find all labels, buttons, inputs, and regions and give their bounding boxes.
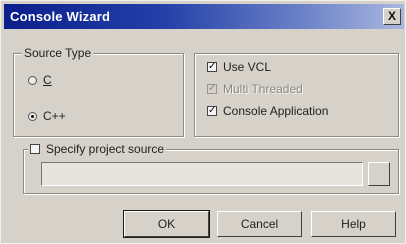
close-button[interactable]: X [383,8,401,25]
title-bar[interactable]: Console Wizard X [4,4,404,29]
browse-button[interactable] [368,162,390,186]
specify-project-source-toggle[interactable]: Specify project source [28,142,167,156]
specify-project-source-label: Specify project source [46,142,165,156]
source-type-group: Source Type C C++ [13,46,184,137]
multi-threaded-label: Multi Threaded [223,82,303,96]
window-title: Console Wizard [10,9,111,24]
checkbox-multi-threaded: ✓ Multi Threaded [207,82,303,96]
help-button[interactable]: Help [311,211,396,237]
radio-c-indicator[interactable] [28,75,37,85]
specify-project-source-checkbox[interactable] [30,144,40,154]
checkbox-console-application[interactable]: ✓ Console Application [207,104,328,118]
radio-cpp-indicator[interactable] [28,111,37,121]
radio-c[interactable]: C [28,73,52,87]
use-vcl-label: Use VCL [223,60,272,74]
cancel-button[interactable]: Cancel [217,211,302,237]
use-vcl-checkbox[interactable]: ✓ [207,62,217,72]
console-application-label: Console Application [223,104,329,118]
multi-threaded-checkbox: ✓ [207,83,217,94]
source-type-legend: Source Type [22,46,94,60]
options-group: ✓ Use VCL ✓ Multi Threaded ✓ Console App… [194,53,399,137]
checkbox-use-vcl[interactable]: ✓ Use VCL [207,60,271,74]
project-source-path-input[interactable] [41,162,363,186]
ok-button[interactable]: OK [123,210,210,238]
radio-c-label: C [43,73,52,87]
radio-cpp-label: C++ [43,109,66,123]
radio-cpp[interactable]: C++ [28,109,66,123]
console-wizard-dialog: Console Wizard X Source Type C C++ ✓ Use… [0,0,406,244]
console-application-checkbox[interactable]: ✓ [207,106,217,116]
close-icon: X [387,9,396,23]
